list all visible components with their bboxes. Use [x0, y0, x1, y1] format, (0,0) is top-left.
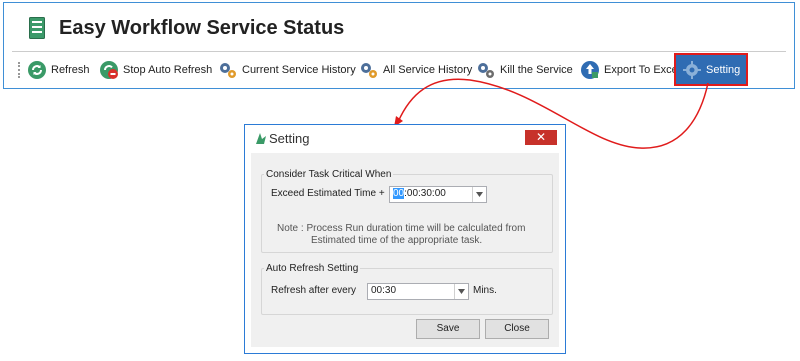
refresh-interval-value: 00:30 — [371, 285, 397, 296]
current-service-history-button[interactable]: Current Service History — [218, 52, 356, 88]
auto-refresh-legend: Auto Refresh Setting — [266, 263, 359, 274]
gear-icon — [683, 60, 701, 79]
stop-auto-refresh-button[interactable]: Stop Auto Refresh — [99, 52, 212, 88]
refresh-unit-label: Mins. — [473, 285, 497, 296]
export-to-excel-label: Export To Excel — [604, 64, 681, 76]
gears-icon — [361, 63, 377, 78]
stop-auto-refresh-label: Stop Auto Refresh — [123, 64, 213, 76]
kill-the-service-button[interactable]: Kill the Service — [476, 52, 573, 88]
dialog-body: Consider Task Critical When Exceed Estim… — [251, 153, 559, 347]
save-button[interactable]: Save — [416, 319, 480, 339]
task-critical-legend: Consider Task Critical When — [266, 169, 392, 180]
note-line-2: Estimated time of the appropriate task. — [311, 235, 483, 246]
dialog-titlebar[interactable]: Setting ✕ — [245, 125, 565, 151]
export-icon — [581, 61, 599, 79]
exceed-time-highlight: 00 — [393, 188, 405, 199]
setting-label: Setting — [706, 63, 741, 76]
current-service-history-label: Current Service History — [242, 64, 356, 76]
all-service-history-button[interactable]: All Service History — [359, 52, 472, 88]
close-icon[interactable]: ✕ — [525, 130, 557, 145]
close-button[interactable]: Close — [485, 319, 549, 339]
server-icon — [29, 17, 45, 39]
app-logo-icon — [256, 133, 266, 144]
title-bar: Easy Workflow Service Status — [4, 3, 794, 45]
export-to-excel-button[interactable]: Export To Excel — [580, 52, 680, 88]
note-line-1: Note : Process Run duration time will be… — [277, 223, 526, 234]
all-service-history-label: All Service History — [383, 64, 473, 76]
setting-dialog: Setting ✕ Consider Task Critical When Ex… — [244, 124, 566, 354]
gears-icon — [478, 63, 494, 78]
stop-refresh-icon — [100, 61, 118, 79]
chevron-down-icon[interactable] — [472, 187, 486, 202]
exceed-time-value: :00:30:00 — [404, 188, 446, 199]
dialog-title: Setting — [269, 131, 310, 146]
kill-the-service-label: Kill the Service — [500, 64, 573, 76]
setting-button[interactable]: Setting — [673, 53, 749, 86]
main-window: Easy Workflow Service Status Refresh Sto… — [3, 2, 795, 89]
exceed-time-combo[interactable]: 00:00:30:00 — [389, 186, 487, 203]
refresh-label: Refresh — [51, 64, 90, 76]
toolbar-grip[interactable] — [18, 62, 24, 78]
refresh-after-label: Refresh after every — [271, 285, 357, 296]
exceed-time-label: Exceed Estimated Time + — [271, 188, 385, 199]
app-title: Easy Workflow Service Status — [59, 17, 345, 39]
gears-icon — [220, 63, 236, 78]
refresh-icon — [28, 61, 46, 79]
refresh-interval-combo[interactable]: 00:30 — [367, 283, 469, 300]
toolbar: Refresh Stop Auto Refresh Current Servic… — [12, 51, 786, 88]
chevron-down-icon[interactable] — [454, 284, 468, 299]
refresh-button[interactable]: Refresh — [27, 52, 90, 88]
